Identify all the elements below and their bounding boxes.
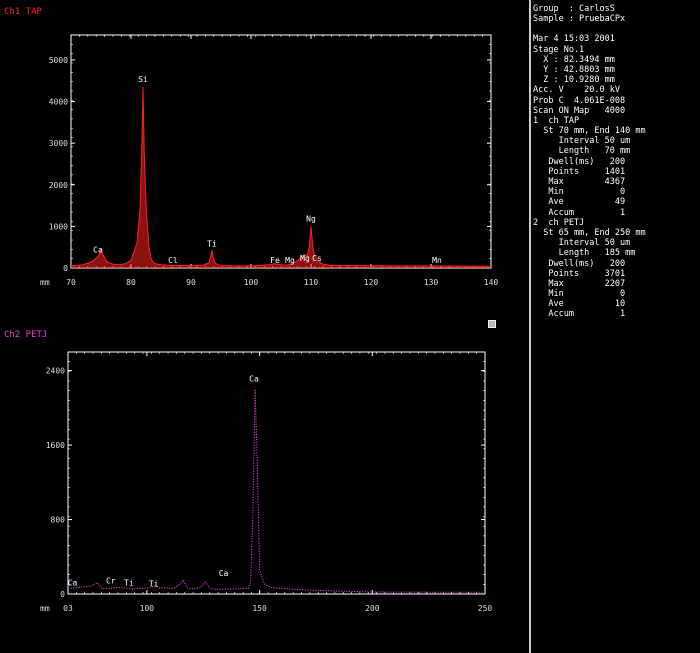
- panel-divider: [529, 0, 531, 653]
- ch1-series-fill: [71, 87, 491, 268]
- ch1-xtick-label: 90: [186, 278, 196, 287]
- ch1-peak-label: Cl: [168, 256, 178, 265]
- ch2-min-line: Min 0: [533, 289, 626, 300]
- ch2-length-line: Length 185 mm: [533, 248, 636, 259]
- ch2-points-line: Points 3701: [533, 268, 626, 279]
- stage-line: Stage No.1: [533, 44, 585, 55]
- stage-y-line: Y : 42.8803 mm: [533, 64, 615, 75]
- ch1-ytick-label: 4000: [49, 98, 68, 107]
- ch2-peak-label: Ca: [68, 578, 78, 587]
- ch1-peak-label: Ca: [93, 246, 103, 255]
- ch1-peak-label: Cs: [312, 254, 322, 263]
- ch1-ytick-label: 3000: [49, 139, 68, 148]
- ch2-peak-label: Ti: [149, 579, 159, 588]
- ch1-peak-label: Ng: [306, 214, 316, 223]
- ch1-peak-label: Mn: [432, 256, 442, 265]
- ch1-peak-label: Mg: [285, 256, 295, 265]
- ch2-frame: [67, 351, 486, 595]
- spectra-plots: Ch1 TAP70 80 90 100 110 120 130 140010002000300…: [4, 7, 499, 613]
- window-handle[interactable]: [488, 320, 496, 328]
- ch2-ytick-label: 0: [60, 590, 65, 599]
- ch1-frame: [70, 34, 492, 269]
- ch2-range-line: St 65 mm, End 250 mm: [533, 227, 646, 238]
- ch2-series-line: [67, 389, 485, 593]
- ch1-title: Ch1 TAP: [4, 7, 43, 17]
- ch1-ytick-label: 2000: [49, 181, 68, 190]
- ch2-accum-line: Accum 1: [533, 309, 626, 320]
- ch1-points-line: Points 1401: [533, 166, 626, 177]
- ch2-max-line: Max 2207: [533, 278, 626, 289]
- ch1-xtick-label: 130: [424, 278, 439, 287]
- ch1-range-line: St 70 mm, End 140 mm: [533, 126, 646, 137]
- ch2-xtick-label: 250: [478, 604, 493, 613]
- ch2-header-line: 2 ch PETJ: [533, 217, 585, 228]
- ch1-series-line: [70, 86, 492, 267]
- ch1-ave-line: Ave 49: [533, 197, 626, 208]
- ch1-xtick-label: 110: [304, 278, 319, 287]
- ch2-peak-label: Ca: [249, 375, 259, 384]
- ch1-min-line: Min 0: [533, 187, 626, 198]
- ch1-peak-label: Ti: [207, 239, 217, 248]
- ch1-peak-label: Mg: [300, 254, 310, 263]
- ch1-interval-line: Interval 50 um: [533, 136, 631, 147]
- ch1-peak-label: Si: [138, 75, 148, 84]
- ch1-xtick-label: 120: [364, 278, 379, 287]
- ch1-dwell-line: Dwell(ms) 200: [533, 156, 626, 167]
- ch2-dwell-line: Dwell(ms) 200: [533, 258, 626, 269]
- ch2-ytick-label: 800: [51, 516, 66, 525]
- ch1-header-line: 1 ch TAP: [533, 115, 580, 126]
- group-line: Group : CarlosS: [533, 4, 615, 14]
- ch2-title: Ch2 PETJ: [4, 330, 47, 340]
- ch1-accum-line: Accum 1: [533, 207, 626, 218]
- ch2-xtick-label: 150: [252, 604, 267, 613]
- ch1-ytick-label: 5000: [49, 56, 68, 65]
- ch1-xtick-label: 80: [126, 278, 136, 287]
- acquisition-info-panel: Group : CarlosS Sample : PruebaCPx Mar 4…: [533, 4, 697, 649]
- ch2-peak-label: Ca: [219, 569, 229, 578]
- ch1-xtick-label: 100: [244, 278, 259, 287]
- ch1-xtick-label: 140: [484, 278, 499, 287]
- ch2-x-unit: mm: [40, 604, 50, 613]
- date-line: Mar 4 15:03 2001: [533, 34, 615, 45]
- ch2-peak-label: Ti: [124, 578, 134, 587]
- ch1-length-line: Length 70 mm: [533, 146, 631, 157]
- stage-x-line: X : 82.3494 mm: [533, 54, 615, 65]
- ch1-peak-label: Fe: [270, 256, 280, 265]
- sample-line: Sample : PruebaCPx: [533, 14, 626, 25]
- ch2-ave-line: Ave 10: [533, 299, 626, 310]
- ch2-ytick-label: 2400: [46, 367, 65, 376]
- scan-mode-line: Scan ON Map 4000: [533, 105, 626, 116]
- stage-z-line: Z : 10.9280 mm: [533, 75, 615, 86]
- ch1-ytick-label: 1000: [49, 222, 68, 231]
- ch2-xtick-label: 100: [140, 604, 155, 613]
- ch2-xtick-label: 200: [365, 604, 380, 613]
- ch2-peak-label: Cr: [106, 577, 116, 586]
- ch2-ytick-label: 1600: [46, 441, 65, 450]
- probe-current-line: Prob C 4.061E-008: [533, 95, 626, 106]
- acc-voltage-line: Acc. V 20.0 kV: [533, 85, 620, 96]
- ch1-x-unit: mm: [40, 278, 50, 287]
- ch1-xtick-label: 70: [66, 278, 76, 287]
- ch2-xtick-label: 03: [63, 604, 73, 613]
- ch2-interval-line: Interval 50 um: [533, 238, 631, 249]
- ch1-ytick-label: 0: [63, 264, 68, 273]
- ch1-max-line: Max 4367: [533, 177, 626, 187]
